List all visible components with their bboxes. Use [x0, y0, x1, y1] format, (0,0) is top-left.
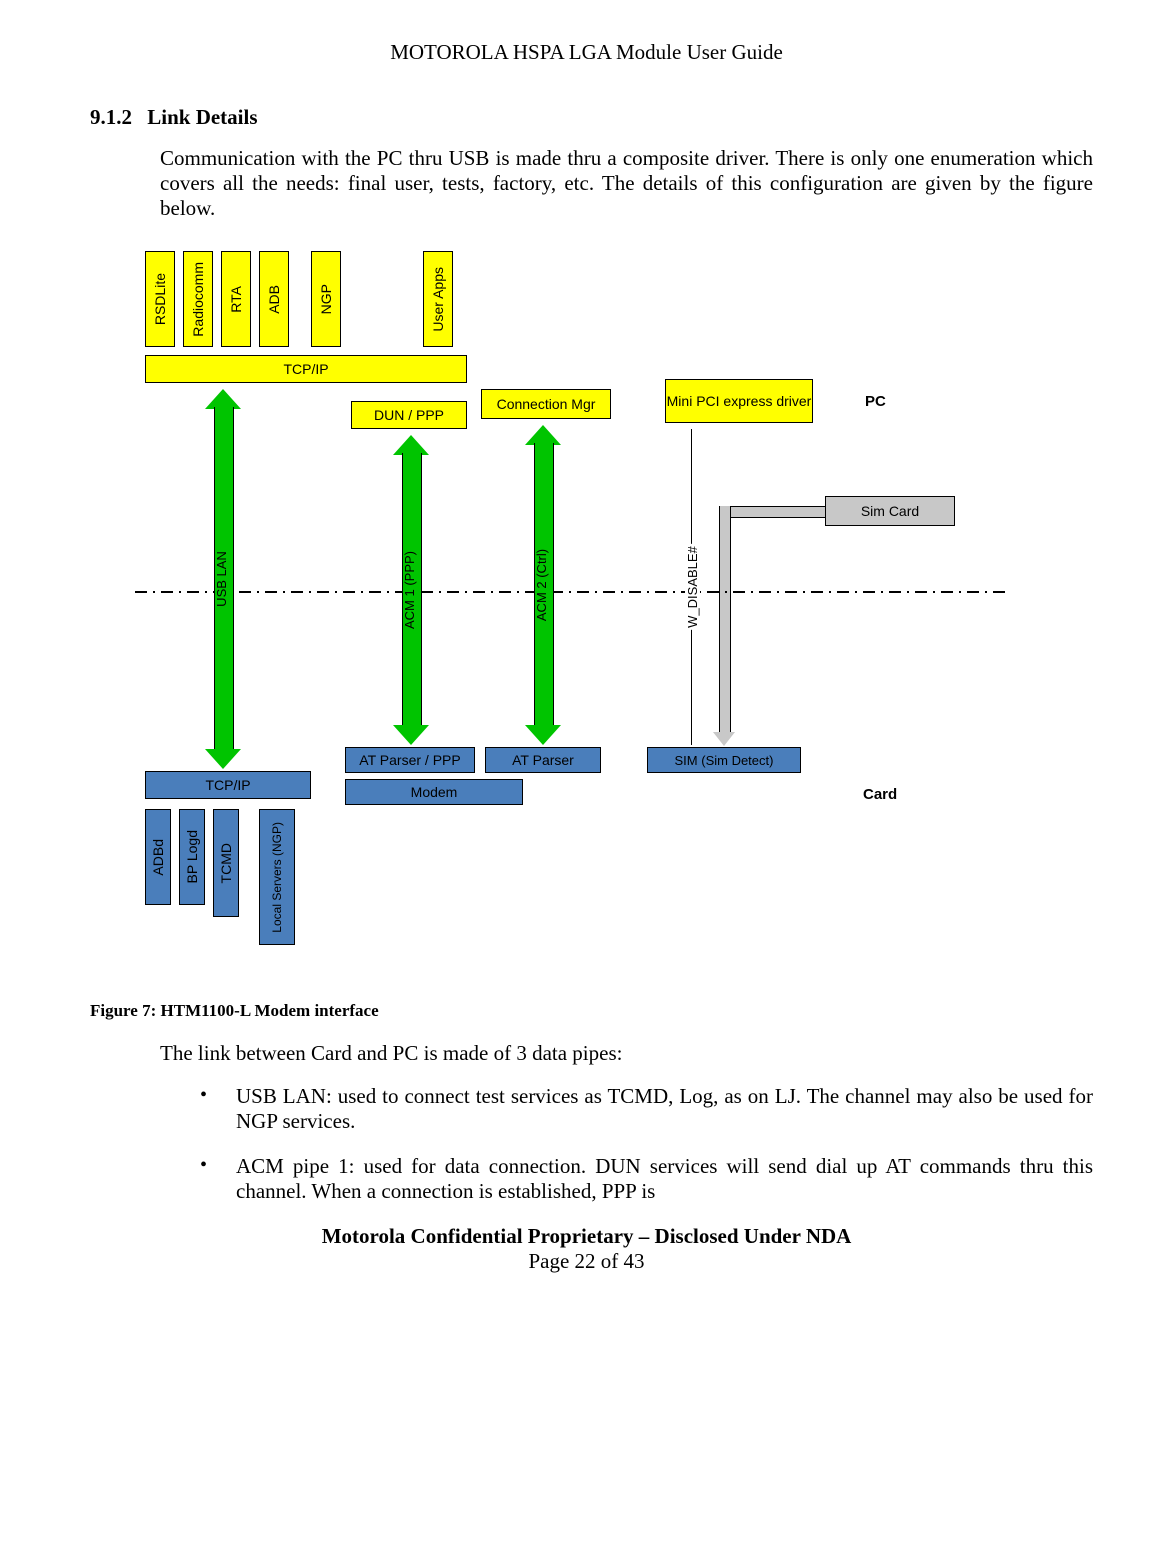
- box-ngp: NGP: [311, 251, 341, 347]
- label-acm2: ACM 2 (Ctrl): [534, 549, 552, 621]
- footer-confidential: Motorola Confidential Proprietary – Disc…: [60, 1224, 1113, 1249]
- box-connection-mgr: Connection Mgr: [481, 389, 611, 419]
- box-local-servers-ngp: Local Servers (NGP): [259, 809, 295, 945]
- box-bp-logd: BP Logd: [179, 809, 205, 905]
- label-local-servers: Local Servers (NGP): [270, 822, 284, 933]
- label-ngp: NGP: [318, 284, 334, 314]
- box-adb: ADB: [259, 251, 289, 347]
- box-at-parser: AT Parser: [485, 747, 601, 773]
- bullet-list: USB LAN: used to connect test services a…: [200, 1084, 1093, 1204]
- box-dun-ppp: DUN / PPP: [351, 401, 467, 429]
- box-radiocomm: Radiocomm: [183, 251, 213, 347]
- diagram-container: RSDLite Radiocomm RTA ADB NGP User Apps …: [135, 251, 1005, 971]
- arrow-acm1: ACM 1 (PPP): [393, 435, 429, 745]
- box-modem: Modem: [345, 779, 523, 805]
- label-adbd: ADBd: [150, 839, 166, 876]
- line-w-disable: W_DISABLE#: [691, 429, 692, 745]
- box-tcpip-top: TCP/IP: [145, 355, 467, 383]
- box-sim-card: Sim Card: [825, 496, 955, 526]
- label-user-apps: User Apps: [430, 267, 446, 332]
- divider-dashdot: [135, 591, 1005, 593]
- section-heading: 9.1.2 Link Details: [90, 105, 1113, 130]
- arrow-usb-lan: USB LAN: [205, 389, 241, 769]
- label-bp-logd: BP Logd: [184, 830, 200, 883]
- arrow-acm2: ACM 2 (Ctrl): [525, 425, 561, 745]
- figure-caption: Figure 7: HTM1100-L Modem interface: [90, 1001, 1113, 1021]
- box-mini-pci-driver: Mini PCI express driver: [665, 379, 813, 423]
- label-rsdlite: RSDLite: [152, 273, 168, 325]
- box-at-parser-ppp: AT Parser / PPP: [345, 747, 475, 773]
- box-tcpip-bottom: TCP/IP: [145, 771, 311, 799]
- label-acm1: ACM 1 (PPP): [402, 551, 420, 629]
- side-label-pc: PC: [865, 393, 886, 410]
- section-number: 9.1.2: [90, 105, 132, 129]
- label-radiocomm: Radiocomm: [190, 262, 206, 337]
- box-sim-detect: SIM (Sim Detect): [647, 747, 801, 773]
- box-user-apps: User Apps: [423, 251, 453, 347]
- page-footer: Motorola Confidential Proprietary – Disc…: [60, 1224, 1113, 1274]
- box-adbd: ADBd: [145, 809, 171, 905]
- figure-7: RSDLite Radiocomm RTA ADB NGP User Apps …: [135, 251, 1113, 971]
- paragraph-link-intro: The link between Card and PC is made of …: [160, 1041, 1113, 1066]
- bullet-acm1: ACM pipe 1: used for data connection. DU…: [200, 1154, 1093, 1204]
- label-tcmd: TCMD: [218, 843, 234, 883]
- bullet-usb-lan: USB LAN: used to connect test services a…: [200, 1084, 1093, 1134]
- label-adb: ADB: [266, 285, 282, 314]
- side-label-card: Card: [863, 786, 897, 803]
- label-w-disable: W_DISABLE#: [685, 544, 700, 630]
- box-rsdlite: RSDLite: [145, 251, 175, 347]
- paragraph-intro: Communication with the PC thru USB is ma…: [160, 146, 1093, 221]
- label-rta: RTA: [228, 286, 244, 313]
- box-rta: RTA: [221, 251, 251, 347]
- label-usb-lan: USB LAN: [214, 551, 232, 607]
- section-title: Link Details: [147, 105, 257, 129]
- footer-page-number: Page 22 of 43: [60, 1249, 1113, 1274]
- box-tcmd: TCMD: [213, 809, 239, 917]
- page-header: MOTOROLA HSPA LGA Module User Guide: [60, 40, 1113, 65]
